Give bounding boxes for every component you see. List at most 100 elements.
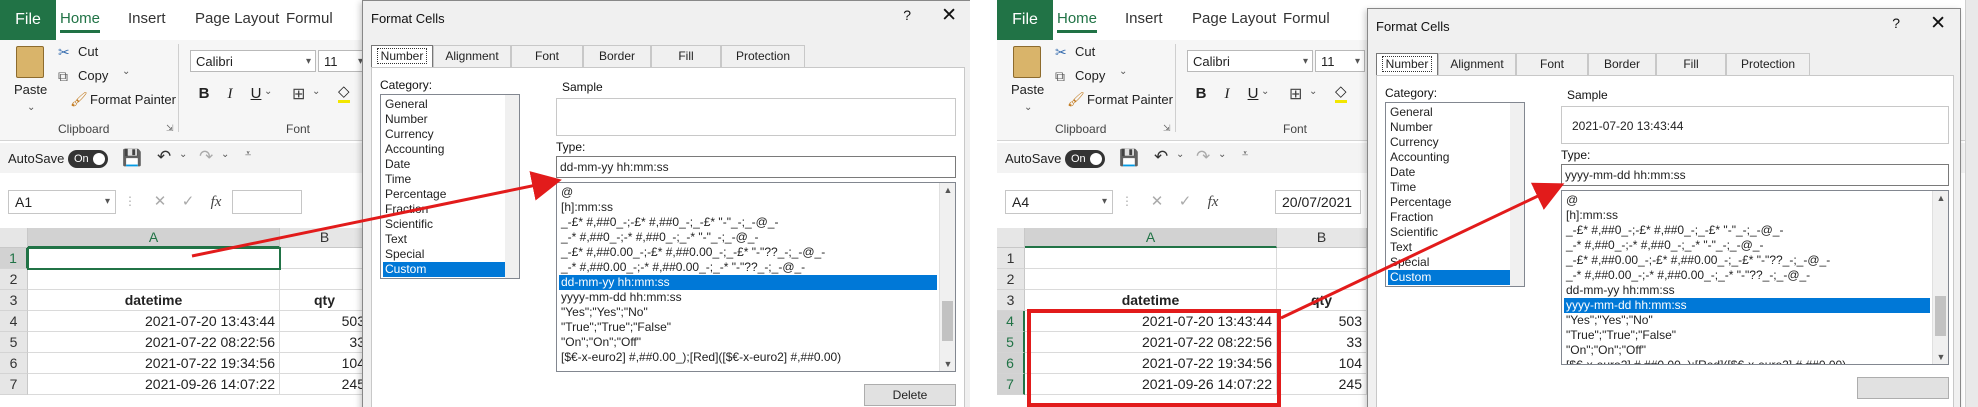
category-item[interactable]: Accounting [383, 142, 495, 157]
select-all-corner[interactable] [997, 228, 1025, 248]
ribbon-tab-formulas[interactable]: Formul [286, 10, 333, 27]
save-icon[interactable]: 💾 [122, 148, 142, 168]
scroll-down-icon[interactable]: ▼ [1933, 350, 1948, 364]
cell-b[interactable]: 503 [280, 311, 370, 332]
format-code-item[interactable]: [$€-x-euro2] #,##0.00_);[Red]([$€-x-euro… [1564, 358, 1930, 364]
font-name-select[interactable]: Calibri ▾ [1187, 50, 1313, 72]
cancel-icon[interactable]: ✕ [148, 190, 172, 214]
tab-alignment[interactable]: Alignment [433, 45, 511, 67]
format-code-list[interactable]: @ [h]:mm:ss _-£* #,##0_-;-£* #,##0_-;_-£* … [1561, 190, 1949, 365]
tab-border[interactable]: Border [583, 45, 651, 67]
category-scrollbar[interactable] [505, 95, 519, 278]
formula-input[interactable]: 20/07/2021 [1275, 190, 1361, 214]
tab-protection[interactable]: Protection [1726, 53, 1810, 75]
cell-b[interactable]: 33 [280, 332, 370, 353]
copy-button[interactable]: Copy [1075, 68, 1105, 83]
cut-button[interactable]: Cut [1075, 44, 1095, 59]
type-input[interactable]: yyyy-mm-dd hh:mm:ss [1561, 164, 1949, 186]
borders-icon[interactable]: ⊞ [292, 84, 305, 104]
cell-b[interactable]: 33 [1277, 332, 1367, 353]
category-item[interactable]: Time [1388, 180, 1500, 195]
category-item[interactable]: Special [383, 247, 495, 262]
format-code-item[interactable]: [h]:mm:ss [1564, 208, 1930, 223]
category-item[interactable]: Percentage [383, 187, 495, 202]
tab-number[interactable]: Number [1376, 53, 1438, 76]
row-header[interactable]: 7 [0, 374, 28, 395]
row-header[interactable]: 6 [0, 353, 28, 374]
file-tab[interactable]: File [0, 0, 56, 40]
ribbon-tab-home[interactable]: Home [1057, 10, 1098, 33]
tab-font[interactable]: Font [1516, 53, 1588, 75]
format-list-scrollbar[interactable]: ▲ ▼ [939, 183, 955, 371]
format-code-item[interactable]: dd-mm-yy hh:mm:ss [559, 275, 937, 290]
format-code-item[interactable]: yyyy-mm-dd hh:mm:ss [1564, 298, 1930, 313]
format-code-item[interactable]: "Yes";"Yes";"No" [559, 305, 937, 320]
row-header[interactable]: 5 [0, 332, 28, 353]
category-item[interactable]: Text [383, 232, 495, 247]
format-code-item[interactable]: _-£* #,##0.00_-;-£* #,##0.00_-;_-£* "-"?… [559, 245, 937, 260]
category-item[interactable]: Number [383, 112, 495, 127]
format-code-item[interactable]: _-£* #,##0_-;-£* #,##0_-;_-£* "-"_-;_-@_… [1564, 223, 1930, 238]
undo-icon[interactable]: ↶ [157, 147, 171, 167]
format-code-item[interactable]: _-* #,##0_-;-* #,##0_-;_-* "-"_-;_-@_- [1564, 238, 1930, 253]
redo-icon[interactable]: ↷ [1196, 147, 1210, 167]
underline-dropdown-icon[interactable]: ⌄ [264, 86, 272, 97]
enter-icon[interactable]: ✓ [1173, 190, 1197, 214]
category-item[interactable]: Accounting [1388, 150, 1500, 165]
format-painter-button[interactable]: Format Painter [90, 92, 176, 107]
format-code-item[interactable]: [$€-x-euro2] #,##0.00_);[Red]([$€-x-euro… [559, 350, 937, 365]
name-box[interactable]: A4 ▾ [1005, 190, 1113, 214]
clipboard-launcher-icon[interactable]: ⇲ [166, 123, 174, 134]
format-code-item[interactable]: "True";"True";"False" [559, 320, 937, 335]
clipboard-launcher-icon[interactable]: ⇲ [1163, 123, 1171, 134]
category-item[interactable]: Percentage [1388, 195, 1500, 210]
format-code-item[interactable]: _-* #,##0.00_-;-* #,##0.00_-;_-* "-"??_-… [1564, 268, 1930, 283]
tab-number[interactable]: Number [371, 45, 433, 68]
cell-b[interactable]: 104 [1277, 353, 1367, 374]
format-code-item[interactable]: [h]:mm:ss [559, 200, 937, 215]
customize-qat-icon[interactable]: ⩡ [1242, 148, 1248, 161]
cell-a[interactable] [1025, 248, 1277, 269]
italic-button[interactable]: I [1217, 84, 1237, 104]
format-code-list[interactable]: @ [h]:mm:ss _-£* #,##0_-;-£* #,##0_-;_-£* … [556, 182, 956, 372]
cell-a[interactable]: 2021-09-26 14:07:22 [28, 374, 280, 395]
column-header-b[interactable]: B [280, 228, 370, 248]
category-item[interactable]: Time [383, 172, 495, 187]
row-header[interactable]: 3 [997, 290, 1025, 311]
cell-b[interactable]: qty [280, 290, 370, 311]
select-all-corner[interactable] [0, 228, 28, 248]
row-header[interactable]: 1 [0, 248, 28, 269]
scroll-up-icon[interactable]: ▲ [940, 183, 955, 197]
cell-b[interactable]: 104 [280, 353, 370, 374]
cell-b[interactable]: qty [1277, 290, 1367, 311]
category-item[interactable]: Text [1388, 240, 1500, 255]
file-tab[interactable]: File [997, 0, 1053, 40]
tab-fill[interactable]: Fill [1656, 53, 1726, 75]
copy-button[interactable]: Copy [78, 68, 108, 83]
insert-function-button[interactable]: fx [204, 190, 228, 214]
category-item[interactable]: General [383, 97, 495, 112]
category-item[interactable]: Number [1388, 120, 1500, 135]
column-header-a[interactable]: A [28, 228, 280, 248]
help-button[interactable]: ? [1892, 15, 1900, 31]
redo-dropdown-icon[interactable]: ⌄ [221, 149, 229, 160]
format-code-item[interactable]: _-£* #,##0_-;-£* #,##0_-;_-£* "-"_-;_-@_… [559, 215, 937, 230]
bold-button[interactable]: B [194, 84, 214, 104]
row-header[interactable]: 1 [997, 248, 1025, 269]
ribbon-tab-formulas[interactable]: Formul [1283, 10, 1330, 27]
cell-a[interactable]: datetime [28, 290, 280, 311]
category-item[interactable]: Scientific [1388, 225, 1500, 240]
delete-button[interactable] [1857, 377, 1949, 399]
tab-protection[interactable]: Protection [721, 45, 805, 67]
format-list-scrollbar[interactable]: ▲ ▼ [1932, 191, 1948, 364]
redo-dropdown-icon[interactable]: ⌄ [1218, 149, 1226, 160]
ribbon-tab-page-layout[interactable]: Page Layout [1192, 10, 1276, 27]
category-item[interactable]: General [1388, 105, 1500, 120]
cell-a[interactable]: 2021-07-20 13:43:44 [28, 311, 280, 332]
ribbon-tab-home[interactable]: Home [60, 10, 101, 33]
scroll-up-icon[interactable]: ▲ [1933, 191, 1948, 205]
category-list[interactable]: General Number Currency Accounting Date Time P… [380, 94, 520, 279]
format-code-item[interactable]: @ [559, 185, 937, 200]
row-header[interactable]: 5 [997, 332, 1025, 353]
underline-button[interactable]: U [1243, 84, 1263, 104]
